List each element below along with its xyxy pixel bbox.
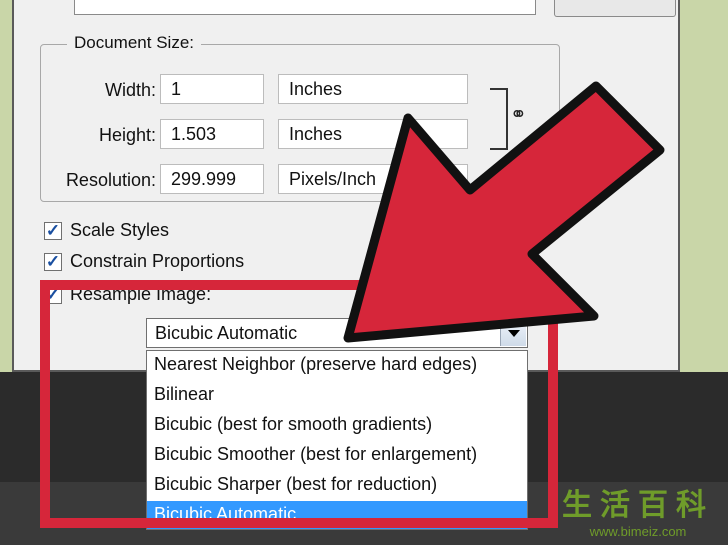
highlight-box	[40, 280, 558, 528]
constrain-proportions-checkbox[interactable]: ✓	[44, 253, 62, 271]
resolution-input[interactable]: 299.999	[160, 164, 264, 194]
resolution-unit-select[interactable]: Pixels/Inch	[278, 164, 468, 194]
width-label: Width:	[104, 80, 156, 100]
width-input[interactable]: 1	[160, 74, 264, 104]
top-button[interactable]	[554, 0, 676, 17]
document-size-title: Document Size:	[67, 33, 201, 53]
height-unit-select[interactable]: Inches	[278, 119, 468, 149]
width-unit-select[interactable]: Inches	[278, 74, 468, 104]
height-input[interactable]: 1.503	[160, 119, 264, 149]
watermark-url: www.bimeiz.com	[589, 524, 687, 539]
scale-styles-label: Scale Styles	[70, 220, 170, 240]
constrain-bracket	[490, 88, 508, 150]
chain-link-icon: ⚭	[510, 104, 527, 126]
scale-styles-checkbox[interactable]: ✓	[44, 222, 62, 240]
constrain-proportions-label: Constrain Proportions	[70, 251, 245, 271]
height-label: Height:	[98, 125, 156, 145]
watermark-logo: 生活百科 www.bimeiz.com	[562, 480, 714, 539]
resolution-label: Resolution:	[65, 170, 156, 190]
top-input-field[interactable]	[74, 0, 536, 15]
watermark-chars: 生活百科	[562, 489, 714, 522]
